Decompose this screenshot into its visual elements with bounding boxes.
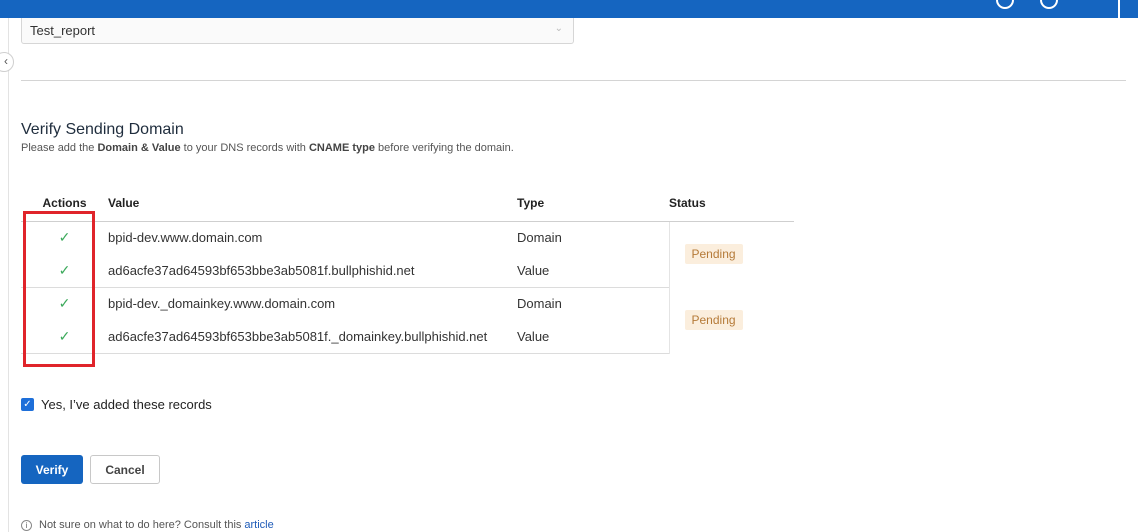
article-link[interactable]: article — [244, 519, 273, 531]
chevron-left-icon[interactable]: ‹ — [0, 52, 14, 72]
confirm-checkbox[interactable]: ✓ — [21, 398, 34, 411]
table-row: ✓ bpid-dev.www.domain.com Domain Pending — [21, 221, 794, 287]
top-app-bar — [0, 0, 1138, 18]
table-row: ✓ bpid-dev._domainkey.www.domain.com Dom… — [21, 287, 794, 353]
status-badge: Pending — [684, 310, 743, 330]
section-description: Please add the Domain & Value to your DN… — [21, 142, 514, 154]
status-badge: Pending — [684, 244, 743, 265]
dns-records-table: Actions Value Type Status ✓ bpid-dev.www… — [21, 185, 794, 354]
record-type: Value — [517, 320, 669, 354]
status-cell: Pending — [668, 221, 794, 287]
verify-button[interactable]: Verify — [21, 455, 83, 484]
desc-text-1: Please add the — [21, 142, 98, 154]
header-value: Value — [108, 185, 517, 222]
report-select-value: Test_report — [30, 23, 96, 38]
confirm-records-row[interactable]: ✓ Yes, I’ve added these records — [21, 397, 212, 412]
header-status: Status — [669, 185, 794, 222]
chevron-down-icon: ⌄ — [554, 23, 563, 34]
section-divider — [21, 80, 1126, 81]
report-select[interactable]: Test_report ⌄ — [21, 18, 574, 44]
desc-bold-1: Domain & Value — [97, 142, 181, 154]
record-value: bpid-dev.www.domain.com — [108, 230, 263, 246]
record-type: Value — [517, 254, 669, 288]
help-row: i Not sure on what to do here? Consult t… — [21, 519, 274, 531]
record-value: ad6acfe37ad64593bf653bbe3ab5081f._domain… — [108, 320, 517, 354]
sidebar-edge — [8, 18, 9, 532]
topbar-divider — [1118, 0, 1120, 18]
user-icon[interactable] — [1040, 0, 1058, 9]
record-type: Domain — [517, 230, 562, 246]
table-header-row: Actions Value Type Status — [21, 185, 794, 222]
status-cell: Pending — [668, 287, 794, 353]
desc-bold-2: CNAME type — [308, 142, 375, 154]
desc-text-2: to your DNS records with — [180, 142, 309, 154]
help-icon[interactable] — [996, 0, 1014, 9]
help-text: Not sure on what to do here? Consult thi… — [39, 519, 242, 531]
actions-highlight-box — [23, 211, 95, 367]
record-value: ad6acfe37ad64593bf653bbe3ab5081f.bullphi… — [108, 254, 517, 288]
section-title: Verify Sending Domain — [21, 121, 184, 138]
record-type: Domain — [517, 296, 562, 312]
header-type: Type — [517, 185, 669, 222]
desc-text-3: before verifying the domain. — [374, 142, 514, 154]
info-icon: i — [21, 519, 32, 531]
record-value: bpid-dev._domainkey.www.domain.com — [108, 296, 336, 312]
confirm-label: Yes, I’ve added these records — [41, 397, 212, 412]
cancel-button[interactable]: Cancel — [90, 455, 160, 484]
